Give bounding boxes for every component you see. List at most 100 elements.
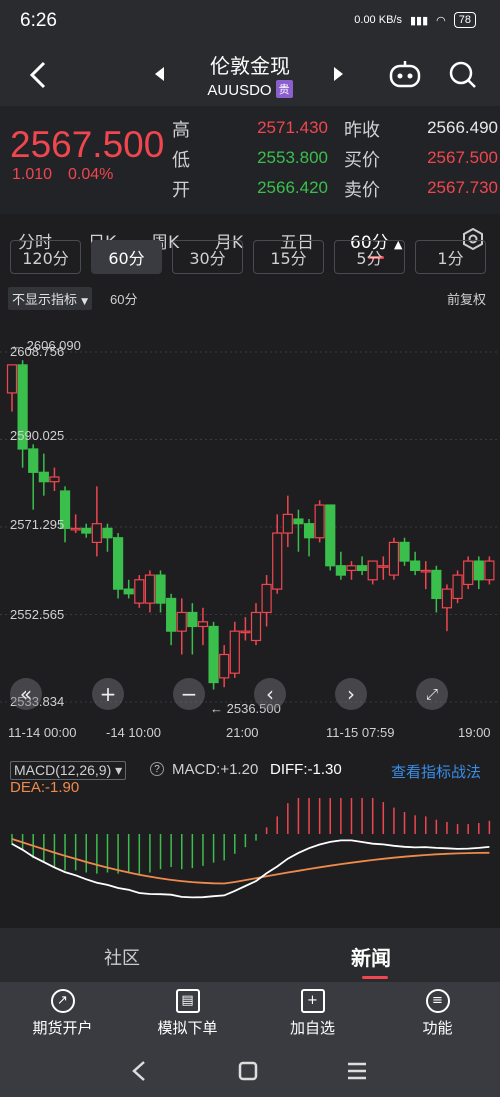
next-symbol-icon[interactable] xyxy=(333,66,345,82)
price-change-pct: 0.04% xyxy=(68,166,114,183)
candle xyxy=(452,570,463,604)
menu-circle-icon: ≡ xyxy=(425,988,450,1013)
y-label-2: 2590.025 xyxy=(10,428,65,443)
x-label-1: 11-14 00:00 xyxy=(8,725,77,740)
candle xyxy=(229,621,240,678)
candle-body xyxy=(123,588,134,595)
candle xyxy=(166,593,177,646)
prev-close-label: 昨收 xyxy=(344,120,380,141)
candle-body xyxy=(240,630,251,634)
chip-15min[interactable]: 15分 xyxy=(253,240,324,274)
candle xyxy=(59,486,71,543)
candle-body xyxy=(293,518,304,525)
max-marker-value: 2606.090 xyxy=(26,338,81,353)
price-change: 1.010 xyxy=(12,166,53,183)
help-icon[interactable]: ? xyxy=(150,762,164,776)
candle-body xyxy=(28,448,39,473)
indicator-select-label: 不显示指标 xyxy=(12,293,78,308)
fullscreen-button[interactable]: ⤢ xyxy=(416,678,448,710)
candle-body xyxy=(272,532,283,590)
candle-body xyxy=(420,569,431,573)
dea-value: DEA:-1.90 xyxy=(10,779,80,796)
chip-60min[interactable]: 60分 xyxy=(91,240,162,274)
candle xyxy=(123,579,134,599)
candle-body xyxy=(197,621,209,628)
system-home-icon[interactable] xyxy=(238,1061,258,1081)
candle-body xyxy=(335,565,346,576)
status-bar: 6:26 0.00 KB/s ▮▮▮ ◠ 78 xyxy=(0,0,500,44)
candle-body xyxy=(325,504,336,567)
chip-120min[interactable]: 120分 xyxy=(10,240,81,274)
candlestick-chart[interactable] xyxy=(0,308,500,718)
system-nav-bar xyxy=(0,1044,500,1097)
open-label: 开 xyxy=(172,180,190,201)
candle xyxy=(346,561,357,580)
candle xyxy=(102,523,113,552)
candle-body xyxy=(314,504,325,539)
candle-body xyxy=(70,527,81,531)
candle-body xyxy=(219,653,230,679)
candle xyxy=(431,565,442,613)
candle xyxy=(208,621,219,690)
macd-chart[interactable] xyxy=(0,798,500,926)
candle-body xyxy=(346,565,357,572)
macd-label: MACD(12,26,9) xyxy=(14,762,112,778)
candle xyxy=(293,509,304,552)
candle-body xyxy=(250,611,262,642)
adjust-mode-label[interactable]: 前复权 xyxy=(447,289,486,308)
candle-body xyxy=(473,560,484,581)
candle xyxy=(144,570,156,613)
max-marker: ← 2606.090 xyxy=(10,338,81,353)
candle xyxy=(261,575,272,627)
tab-news[interactable]: 新闻 xyxy=(351,942,391,971)
candle xyxy=(17,360,28,468)
system-back-icon[interactable] xyxy=(130,1060,150,1082)
candle xyxy=(388,537,400,580)
zoom-in-button[interactable]: + xyxy=(92,678,124,710)
tab-community[interactable]: 社区 xyxy=(104,944,140,970)
signal-icon: ▮▮▮ xyxy=(409,14,429,27)
robot-assistant-icon[interactable] xyxy=(388,58,422,90)
functions-button[interactable]: ≡ 功能 xyxy=(375,982,500,1044)
candle-body xyxy=(399,541,410,562)
order-doc-icon: ▤ xyxy=(175,988,200,1013)
chip-5min[interactable]: 5分 xyxy=(334,240,405,274)
chip-1min[interactable]: 1分 xyxy=(415,240,486,274)
scroll-right-button[interactable]: › xyxy=(335,678,367,710)
indicator-select[interactable]: 不显示指标 ▼ xyxy=(8,287,93,310)
candle xyxy=(473,556,484,590)
candle xyxy=(81,523,92,538)
account-icon: ↗ xyxy=(50,988,75,1013)
scroll-left-end-button[interactable]: « xyxy=(10,678,42,710)
candle xyxy=(155,570,166,613)
plus-box-icon: + xyxy=(300,988,325,1013)
search-icon[interactable] xyxy=(448,60,478,90)
system-menu-icon[interactable] xyxy=(346,1061,368,1081)
open-value: 2566.420 xyxy=(257,178,328,197)
candle xyxy=(420,561,431,590)
candle xyxy=(303,519,315,557)
candle xyxy=(335,551,346,580)
candle-body xyxy=(484,560,495,581)
simulated-order-button[interactable]: ▤ 模拟下单 xyxy=(125,982,250,1044)
low-label: 低 xyxy=(172,150,190,171)
candle xyxy=(399,537,410,566)
wifi-icon: ◠ xyxy=(436,14,446,27)
candle xyxy=(272,514,283,594)
candle-body xyxy=(441,588,453,609)
futures-account-label: 期货开户 xyxy=(32,1018,93,1037)
macd-select[interactable]: MACD(12,26,9) ▾ xyxy=(10,761,127,780)
chip-30min[interactable]: 30分 xyxy=(172,240,243,274)
futures-account-button[interactable]: ↗ 期货开户 xyxy=(0,982,125,1044)
candle xyxy=(314,500,325,543)
indicator-strategy-link[interactable]: 查看指标战法 xyxy=(391,761,481,782)
add-watchlist-button[interactable]: + 加自选 xyxy=(250,982,375,1044)
zoom-out-button[interactable]: − xyxy=(173,678,205,710)
candle xyxy=(378,556,389,580)
candle xyxy=(410,551,421,576)
scroll-left-button[interactable]: ‹ xyxy=(254,678,286,710)
candle-body xyxy=(102,527,113,539)
candle-body xyxy=(81,527,92,534)
status-time: 6:26 xyxy=(20,10,57,31)
net-speed: 0.00 KB/s xyxy=(354,14,402,26)
